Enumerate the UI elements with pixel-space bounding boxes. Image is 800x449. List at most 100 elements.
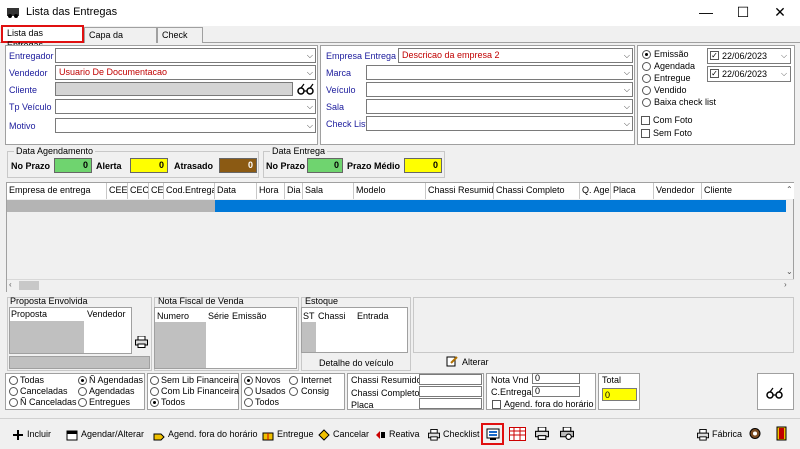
scroll-up-icon[interactable]: ⌃ xyxy=(786,185,793,194)
col-chassi-resumido[interactable]: Chassi Resumido xyxy=(426,183,494,199)
chassi-completo-field[interactable] xyxy=(419,386,482,397)
alerta-value: 0 xyxy=(130,158,168,173)
incluir-button[interactable]: Incluir xyxy=(12,426,51,442)
selected-row-highlight[interactable] xyxy=(215,200,786,212)
alterar-button[interactable]: Alterar xyxy=(462,357,489,367)
settings-icon[interactable] xyxy=(748,427,762,440)
maximize-button[interactable]: ☐ xyxy=(725,2,761,22)
agend-fora-button[interactable]: Agend. fora do horário xyxy=(153,426,258,442)
sala-select[interactable]: ⌵ xyxy=(366,99,633,114)
col-chassi-completo[interactable]: Chassi Completo xyxy=(494,183,580,199)
sem-foto-check[interactable] xyxy=(641,129,650,138)
entregue-button[interactable]: Entregue xyxy=(262,426,314,442)
scroll-right-icon[interactable]: › xyxy=(784,280,787,289)
binoculars-icon[interactable] xyxy=(297,83,315,95)
agendar-alterar-button[interactable]: Agendar/Alterar xyxy=(66,426,144,442)
radio-com-lib[interactable] xyxy=(150,387,159,396)
radio-agendadas[interactable] xyxy=(78,387,87,396)
spreadsheet-icon[interactable] xyxy=(509,427,526,441)
chassi-resumido-field[interactable] xyxy=(419,374,482,385)
date-from-field[interactable]: 22/06/2023 xyxy=(707,48,791,64)
col-ce[interactable]: CE xyxy=(149,183,164,199)
tab-capa-entrega[interactable]: Capa da Entrega xyxy=(84,27,157,54)
col-ceo[interactable]: CEO xyxy=(128,183,149,199)
radio-usados[interactable] xyxy=(244,387,253,396)
radio-novos[interactable] xyxy=(244,376,253,385)
date-to-field[interactable]: 22/06/2023 xyxy=(707,66,791,82)
radio-entregues[interactable] xyxy=(78,398,87,407)
tab-lista-entregas[interactable]: Lista das Entregas xyxy=(1,25,84,50)
report-button[interactable] xyxy=(481,423,504,445)
radio-baixa-check-list[interactable] xyxy=(642,98,651,107)
radio-sem-lib[interactable] xyxy=(150,376,159,385)
radio-vendido[interactable] xyxy=(642,86,651,95)
binoculars-icon[interactable] xyxy=(766,387,784,399)
radio-canceladas[interactable] xyxy=(9,387,18,396)
placa-field[interactable] xyxy=(419,398,482,409)
nota-row[interactable] xyxy=(155,322,206,368)
scroll-down-icon[interactable]: ⌄ xyxy=(786,267,793,276)
entregador-select[interactable]: ⌵ xyxy=(55,48,316,63)
radio-internet[interactable] xyxy=(289,376,298,385)
vendedor-select[interactable]: Usuario De Documentacao ⌵ xyxy=(55,65,316,80)
radio-n-canceladas[interactable] xyxy=(9,398,18,407)
close-button[interactable]: ✕ xyxy=(762,2,798,22)
tp-veiculo-select[interactable]: ⌵ xyxy=(55,99,316,114)
com-foto-check[interactable] xyxy=(641,116,650,125)
printer-icon[interactable] xyxy=(535,427,549,440)
col-placa[interactable]: Placa xyxy=(611,183,654,199)
col-vendedor[interactable]: Vendedor xyxy=(654,183,702,199)
col-hora[interactable]: Hora xyxy=(257,183,285,199)
entregas-grid[interactable]: Empresa de entrega CEE CEO CE Cod.Entreg… xyxy=(6,182,794,292)
radio-consig[interactable] xyxy=(289,387,298,396)
horizontal-scrollbar[interactable] xyxy=(7,279,794,292)
checklist-button[interactable]: Checklist xyxy=(428,426,480,442)
cancelar-button[interactable]: Cancelar xyxy=(318,426,369,442)
exit-door-icon[interactable] xyxy=(776,426,788,441)
marca-select[interactable]: ⌵ xyxy=(366,65,633,80)
col-cee[interactable]: CEE xyxy=(107,183,128,199)
radio-lib-todos[interactable] xyxy=(150,398,159,407)
chevron-down-icon[interactable]: ⌵ xyxy=(781,69,787,79)
col-empresa[interactable]: Empresa de entrega xyxy=(7,183,107,199)
radio-todas[interactable] xyxy=(9,376,18,385)
radio-entregue[interactable] xyxy=(642,74,651,83)
print-preview-icon[interactable] xyxy=(560,427,574,440)
estoque-title: Estoque xyxy=(305,296,339,306)
c-entrega-field[interactable]: 0 xyxy=(532,386,580,397)
edit-icon[interactable] xyxy=(446,355,458,367)
selected-row[interactable] xyxy=(7,200,215,212)
nota-vnd-field[interactable]: 0 xyxy=(532,373,580,384)
tab-check-list[interactable]: Check List xyxy=(157,27,203,54)
scroll-left-icon[interactable]: ‹ xyxy=(9,280,12,289)
col-cliente[interactable]: Cliente xyxy=(702,183,794,199)
col-modelo[interactable]: Modelo xyxy=(354,183,426,199)
scroll-thumb[interactable] xyxy=(19,281,39,290)
agend-fora-check[interactable] xyxy=(492,400,501,409)
minimize-button[interactable]: — xyxy=(688,2,724,22)
fabrica-button[interactable]: Fábrica xyxy=(697,426,742,442)
checklist-select[interactable]: ⌵ xyxy=(366,116,633,131)
col-dia[interactable]: Dia xyxy=(285,183,303,199)
proposta-row[interactable] xyxy=(10,321,84,353)
cliente-field[interactable] xyxy=(55,82,293,96)
chevron-down-icon[interactable]: ⌵ xyxy=(781,51,787,61)
estoque-row[interactable] xyxy=(302,322,316,352)
radio-agendada[interactable] xyxy=(642,62,651,71)
col-data[interactable]: Data xyxy=(215,183,257,199)
radio-emissao[interactable] xyxy=(642,50,651,59)
date-to-check[interactable]: ✓ xyxy=(710,69,719,78)
motivo-select[interactable]: ⌵ xyxy=(55,118,316,133)
col-sala[interactable]: Sala xyxy=(303,183,354,199)
radio-agendadas-label: Agendadas xyxy=(89,386,135,396)
radio-tipo-todos[interactable] xyxy=(244,398,253,407)
detail-area xyxy=(413,297,794,353)
radio-n-agendadas[interactable] xyxy=(78,376,87,385)
date-from-check[interactable]: ✓ xyxy=(710,51,719,60)
veiculo-select[interactable]: ⌵ xyxy=(366,82,633,97)
col-cod-entrega[interactable]: Cod.Entrega xyxy=(164,183,215,199)
col-q-age[interactable]: Q. Age xyxy=(580,183,611,199)
reativa-button[interactable]: Reativa xyxy=(374,426,420,442)
printer-icon[interactable] xyxy=(135,336,148,348)
empresa-select[interactable]: Descricao da empresa 2 ⌵ xyxy=(398,48,633,63)
